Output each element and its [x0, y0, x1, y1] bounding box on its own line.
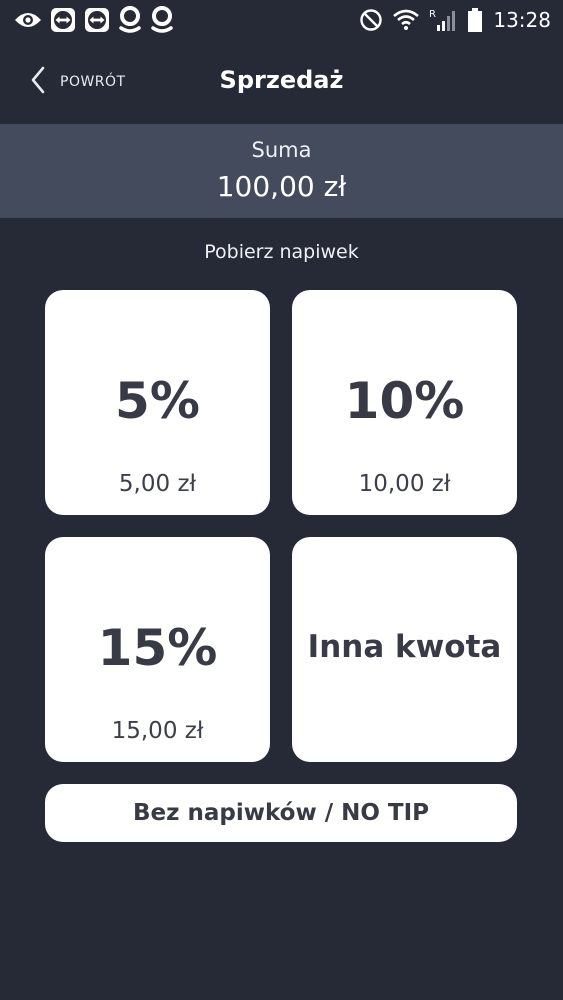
do-not-disturb-icon [359, 8, 383, 32]
page-title: Sprzedaż [219, 66, 344, 94]
no-tip-label: Bez napiwków / NO TIP [132, 800, 430, 826]
teamviewer-icon [84, 7, 110, 33]
tip-prompt: Pobierz napiwek [204, 241, 359, 263]
location-pin-icon [118, 6, 142, 34]
tip-percent: 15% [97, 619, 218, 677]
battery-icon [467, 7, 483, 33]
notification-icons [14, 6, 174, 34]
tip-percent: 5% [115, 372, 200, 430]
tip-amount: 15,00 zł [111, 718, 204, 744]
status-bar: R 13:28 [0, 0, 563, 40]
location-pin-icon [150, 6, 174, 34]
sum-panel: Suma 100,00 zł [0, 124, 563, 218]
tip-option-10-percent[interactable]: 10% 10,00 zł [292, 290, 517, 515]
tip-percent: 10% [344, 372, 465, 430]
sum-label: Suma [251, 138, 312, 162]
nav-bar: POWRÓT Sprzedaż [0, 40, 563, 124]
clock: 13:28 [493, 8, 551, 32]
tip-option-15-percent[interactable]: 15% 15,00 zł [45, 537, 270, 762]
tip-option-other-amount[interactable]: Inna kwota [292, 537, 517, 762]
system-icons: R 13:28 [359, 6, 551, 34]
tip-amount: 10,00 zł [358, 471, 451, 497]
tip-option-5-percent[interactable]: 5% 5,00 zł [45, 290, 270, 515]
other-amount-label: Inna kwota [307, 629, 502, 665]
teamviewer-icon [50, 7, 76, 33]
roaming-indicator: R [429, 9, 436, 20]
no-tip-button[interactable]: Bez napiwków / NO TIP [45, 784, 517, 842]
cellular-signal-icon: R [429, 7, 457, 33]
eye-icon [14, 10, 42, 30]
tip-amount: 5,00 zł [118, 471, 197, 497]
wifi-icon [393, 9, 420, 31]
sum-value: 100,00 zł [216, 170, 347, 203]
